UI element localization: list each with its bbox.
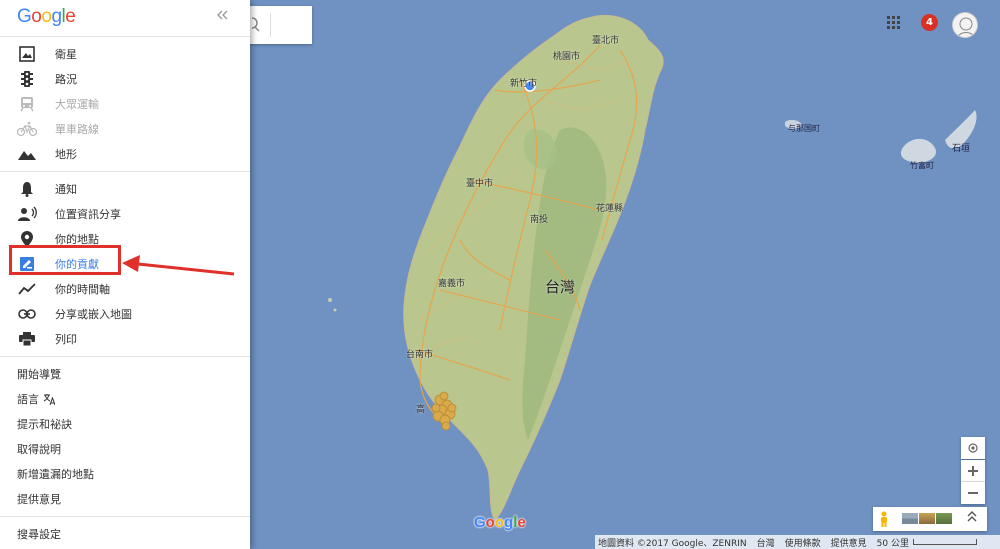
menu-item-label: 路況 <box>55 72 77 86</box>
link-icon <box>17 306 37 322</box>
transit-icon <box>17 96 37 112</box>
menu-item-label: 通知 <box>55 182 77 196</box>
timeline-icon <box>17 281 37 297</box>
menu-item-bicycle[interactable]: 單車路線 <box>0 116 250 141</box>
menu-item-tips[interactable]: 提示和祕訣 <box>0 411 250 436</box>
minus-icon <box>968 492 978 494</box>
map-google-watermark: Google <box>474 514 526 531</box>
highlight-box <box>9 245 121 275</box>
scale-label[interactable]: 50 公里 <box>877 536 909 549</box>
menu-item-language[interactable]: 語言 <box>0 386 250 411</box>
menu-item-label: 位置資訊分享 <box>55 207 121 221</box>
menu-item-label: 大眾運輸 <box>55 97 99 111</box>
notification-badge[interactable]: 4 <box>921 14 938 31</box>
menu-item-label: 分享或嵌入地圖 <box>55 307 132 321</box>
map-label-hsinchu: 新竹市 <box>510 79 538 89</box>
map-label-taoyuan: 桃園市 <box>553 52 581 62</box>
menu-item-location-sharing[interactable]: 位置資訊分享 <box>0 201 250 226</box>
scale-bar <box>912 539 977 545</box>
misc-group: 開始導覽 語言 提示和祕訣 取得說明 新增遺漏的地點 提供意見 <box>0 357 250 516</box>
menu-item-label: 單車路線 <box>55 122 99 136</box>
bicycle-icon <box>17 121 37 137</box>
imagery-panel <box>873 507 987 531</box>
terms-link[interactable]: 使用條款 <box>785 536 821 549</box>
menu-item-your-timeline[interactable]: 你的時間軸 <box>0 276 250 301</box>
menu-item-label: 衛星 <box>55 47 77 61</box>
red-arrow-icon <box>122 255 235 276</box>
settings-group: 搜尋設定 <box>0 517 250 546</box>
menu-item-satellite[interactable]: 衛星 <box>0 41 250 66</box>
map-label-taipei: 臺北市 <box>592 36 620 46</box>
zoom-in-button[interactable] <box>961 460 985 482</box>
map-data-credit: 地圖資料 ©2017 Google、ZENRIN <box>598 538 747 549</box>
map-label-taiwan: 台灣 <box>545 278 576 296</box>
search-icon[interactable] <box>252 17 260 33</box>
layers-group: 衛星 路況 大眾運輸 單車路線 地形 <box>0 37 250 171</box>
map-label-hualien: 花蓮縣 <box>596 204 624 214</box>
menu-item-label: 列印 <box>55 332 77 346</box>
sidebar-header: Google <box>0 0 250 36</box>
menu-item-traffic[interactable]: 路況 <box>0 66 250 91</box>
search-box-end[interactable] <box>250 6 312 44</box>
bell-icon <box>17 181 37 197</box>
region-link[interactable]: 台灣 <box>757 536 775 549</box>
double-chevron-up-icon[interactable] <box>967 510 977 524</box>
apps-grid-icon[interactable] <box>887 16 901 30</box>
plus-icon <box>968 465 978 476</box>
menu-item-terrain[interactable]: 地形 <box>0 141 250 166</box>
menu-item-print[interactable]: 列印 <box>0 326 250 351</box>
menu-item-add-missing-place[interactable]: 新增遺漏的地點 <box>0 461 250 486</box>
menu-item-tour[interactable]: 開始導覽 <box>0 361 250 386</box>
menu-item-notifications[interactable]: 通知 <box>0 176 250 201</box>
pegman-icon[interactable] <box>878 511 890 527</box>
menu-item-label: 地形 <box>55 147 77 161</box>
imagery-thumbnail[interactable] <box>919 513 935 524</box>
menu-item-label: 你的時間軸 <box>55 282 110 296</box>
map-label-yonaguni: 与那国町 <box>788 124 820 133</box>
attribution-bar: 地圖資料 ©2017 Google、ZENRIN 台灣 使用條款 提供意見 50… <box>595 535 1000 549</box>
menu-item-help[interactable]: 取得說明 <box>0 436 250 461</box>
feedback-link[interactable]: 提供意見 <box>831 536 867 549</box>
map-label-nantou: 南投 <box>530 215 549 225</box>
location-sharing-icon <box>17 206 37 222</box>
my-location-icon <box>968 443 978 453</box>
traffic-icon <box>17 70 37 87</box>
map-label-taketomi: 竹富町 <box>910 161 934 170</box>
avatar[interactable] <box>952 12 978 38</box>
google-logo: Google <box>17 6 76 27</box>
map-label-taichung: 臺中市 <box>466 179 494 189</box>
terrain-icon <box>17 146 37 162</box>
satellite-icon <box>17 45 37 62</box>
map-label-ishigaki: 石垣 <box>952 144 971 154</box>
map-label-chiayi: 嘉義市 <box>438 279 466 289</box>
double-chevron-left-icon[interactable] <box>216 9 228 21</box>
map-label-tainan: 台南市 <box>406 350 434 360</box>
imagery-thumbnail[interactable] <box>902 513 918 524</box>
imagery-thumbnail[interactable] <box>936 513 952 524</box>
translate-icon <box>43 393 55 405</box>
menu-item-search-settings[interactable]: 搜尋設定 <box>0 521 250 546</box>
my-location-button[interactable] <box>961 437 985 459</box>
menu-item-label: 語言 <box>17 392 39 406</box>
menu-item-feedback[interactable]: 提供意見 <box>0 486 250 511</box>
print-icon <box>17 331 37 347</box>
zoom-out-button[interactable] <box>961 482 985 504</box>
map-label-kaohsiung: 高 <box>416 405 426 415</box>
menu-item-transit[interactable]: 大眾運輸 <box>0 91 250 116</box>
menu-item-share-embed[interactable]: 分享或嵌入地圖 <box>0 301 250 326</box>
